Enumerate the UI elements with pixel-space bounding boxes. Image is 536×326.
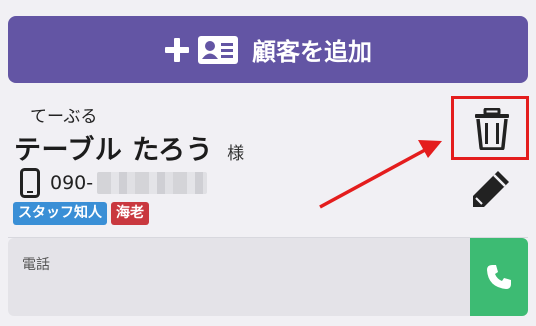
plus-icon [165, 37, 189, 62]
customer-kana: てーぶる [30, 107, 98, 127]
customer-name: テーブル たろう [14, 135, 214, 166]
phone-call-icon [487, 265, 511, 289]
trash-icon [475, 107, 509, 151]
pencil-icon [473, 171, 509, 207]
customer-list-page: 顧客を追加 てーぶる テーブル たろう 様 090- スタッフ知人 海老 電話 [0, 0, 536, 326]
phone-number-masked [97, 172, 208, 194]
tag-badge: スタッフ知人 [13, 202, 107, 225]
customer-name-row: テーブル たろう 様 [14, 128, 244, 167]
customer-phone-row: 090- [20, 168, 208, 198]
edit-customer-button[interactable] [470, 168, 512, 210]
add-customer-icons [164, 35, 238, 64]
delete-customer-button[interactable] [474, 107, 510, 151]
add-customer-label: 顧客を追加 [252, 38, 372, 66]
phone-field-label: 電話 [22, 257, 50, 273]
phone-input-field[interactable] [8, 238, 470, 316]
customer-tags: スタッフ知人 海老 [13, 202, 149, 225]
tag-badge: 海老 [111, 202, 149, 225]
add-customer-button[interactable]: 顧客を追加 [8, 16, 528, 83]
honorific: 様 [227, 144, 245, 164]
contact-card-icon [198, 35, 238, 64]
mobile-phone-icon [20, 168, 40, 198]
call-button[interactable] [470, 238, 528, 316]
phone-number-prefix: 090- [50, 172, 94, 194]
